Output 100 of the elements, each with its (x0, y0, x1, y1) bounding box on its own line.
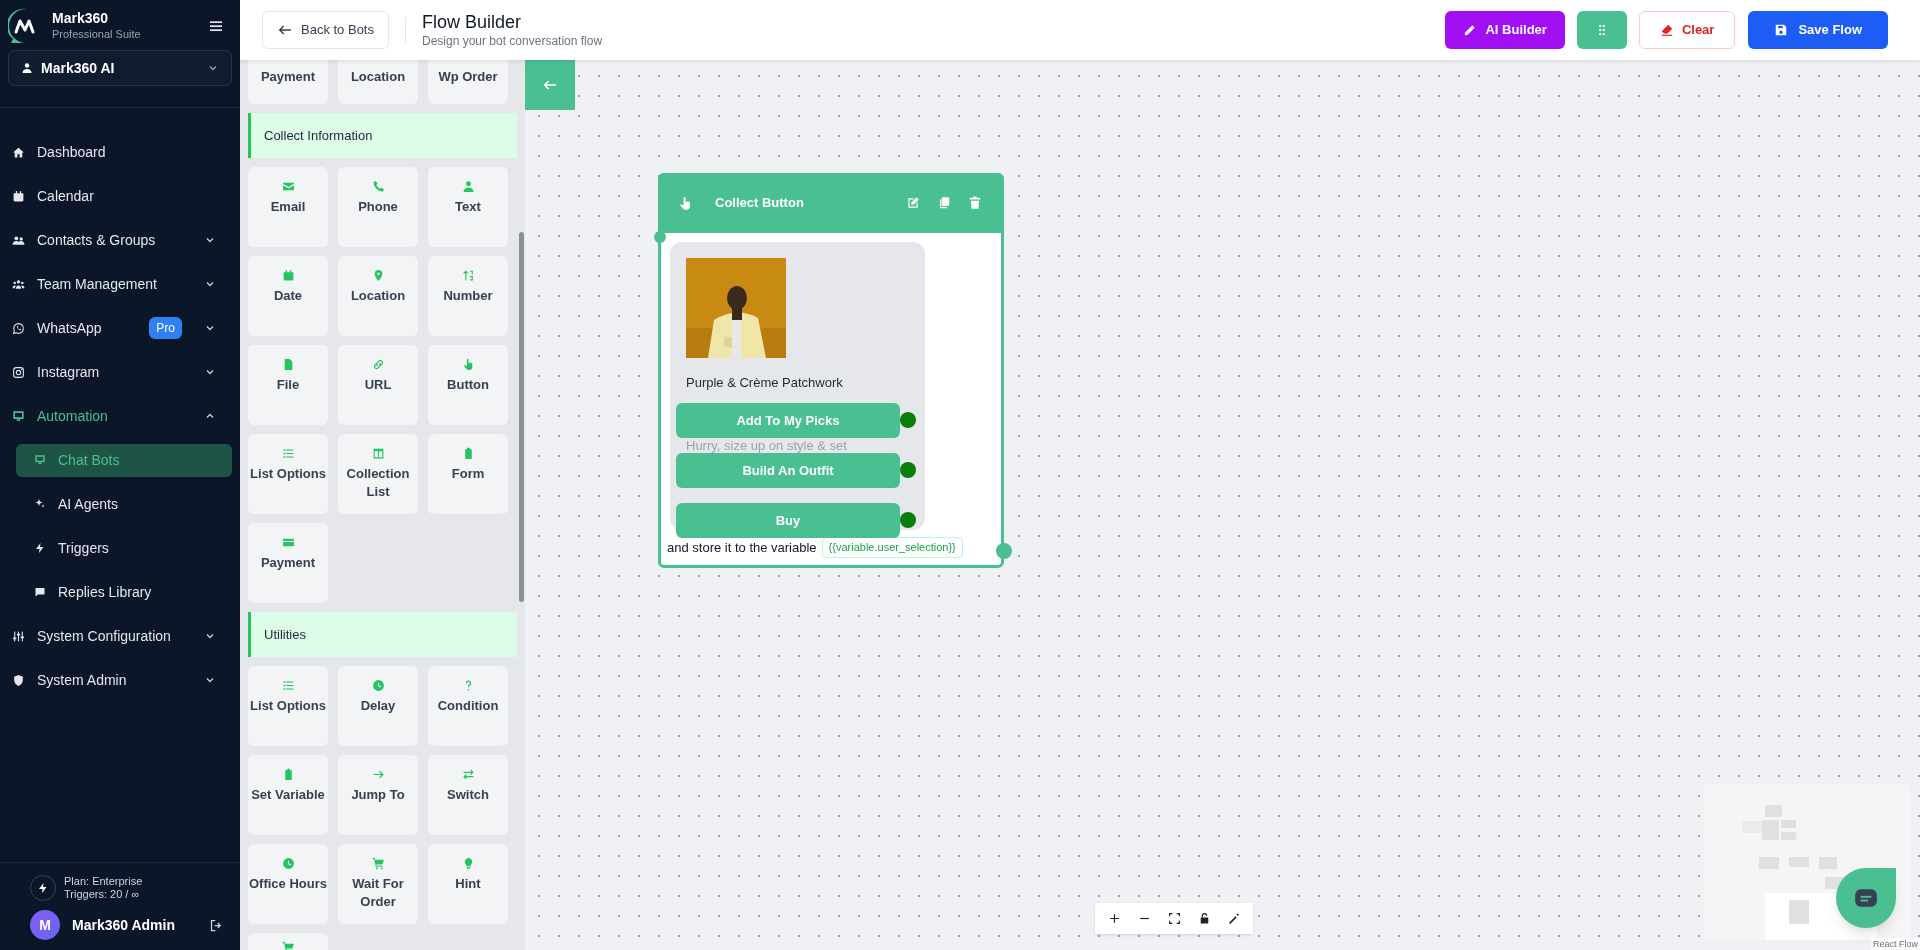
nav-item[interactable]: System Configuration (8, 614, 232, 658)
plus-icon[interactable] (1107, 912, 1121, 925)
card-icon (281, 536, 295, 549)
arrow-right-icon (371, 768, 385, 781)
save-flow-button[interactable]: Save Flow (1748, 11, 1888, 49)
palette-tile[interactable]: Wait For Order (338, 844, 418, 924)
nav-subitem[interactable]: Triggers (16, 531, 232, 565)
palette-tile[interactable]: Collection List (338, 434, 418, 514)
palette-tile[interactable]: Delay (338, 666, 418, 746)
palette-tile[interactable]: Jump To (338, 755, 418, 835)
palette-tile[interactable]: Location (338, 60, 418, 104)
nav-subitem[interactable]: AI Agents (16, 487, 232, 521)
palette-tile[interactable]: Switch (428, 755, 508, 835)
attribution-link[interactable]: React Flow (1871, 938, 1920, 950)
list-icon (281, 447, 295, 460)
magic-wand-icon[interactable] (1227, 912, 1241, 925)
palette-tile[interactable]: Date (248, 256, 328, 336)
palette-tile[interactable]: Email (248, 167, 328, 247)
palette-tile[interactable]: Form (428, 434, 508, 514)
edit-icon[interactable] (906, 196, 920, 210)
nav-item[interactable]: WhatsApp Pro (8, 306, 232, 350)
palette-tile[interactable]: Payment (248, 60, 328, 104)
layout-button[interactable] (1576, 11, 1627, 49)
nav-item[interactable]: Automation (8, 394, 232, 438)
message-text: Purple & Crème Patchwork (686, 374, 843, 392)
menu-icon[interactable] (208, 18, 224, 34)
monitor-icon (12, 409, 25, 423)
palette-tile[interactable]: Office Hours (248, 844, 328, 924)
logout-icon[interactable] (209, 917, 224, 933)
delete-icon[interactable] (968, 196, 982, 210)
cart-icon (371, 857, 385, 870)
clock-icon (281, 857, 295, 870)
nav-item[interactable]: Instagram (8, 350, 232, 394)
variable-tag: {{variable.user_selection}} (821, 537, 963, 558)
brand-subtitle: Professional Suite (52, 27, 142, 42)
sort-icon (461, 269, 475, 282)
nav-subitem[interactable]: Replies Library (16, 575, 232, 609)
pro-badge: Pro (149, 317, 182, 339)
flow-canvas[interactable]: Collect Button Purple & Crème Patchwork Add To My Picks Hurry, size up on style & set Build An Outfit Buy and store it to the variable {{variable.user_selection}} React Flow (525, 60, 1920, 950)
message-text: Hurry, size up on style & set (686, 437, 847, 455)
palette-tile[interactable]: Condition (428, 666, 508, 746)
person-icon (461, 180, 475, 193)
node-title: Collect Button (715, 194, 805, 213)
fit-view-icon[interactable] (1167, 912, 1181, 925)
user-avatar: M (30, 910, 60, 940)
link-icon (371, 358, 385, 371)
swap-icon (461, 768, 475, 781)
nav-item[interactable]: Contacts & Groups (8, 218, 232, 262)
palette-tile[interactable]: Number (428, 256, 508, 336)
hand-pointer-icon (678, 195, 693, 211)
palette-tile[interactable]: Button (428, 345, 508, 425)
list-icon (281, 679, 295, 692)
clock-icon (371, 679, 385, 692)
nav-item[interactable]: Dashboard (8, 130, 232, 174)
team-icon (12, 277, 25, 291)
ai-builder-button[interactable]: AI Builder (1445, 11, 1565, 49)
palette-tile[interactable]: Text (428, 167, 508, 247)
copy-icon[interactable] (937, 196, 951, 210)
camera-icon (12, 365, 25, 379)
person-icon (21, 62, 33, 74)
page-subtitle: Design your bot conversation flow (422, 33, 603, 49)
palette-tile[interactable]: Wp Order (428, 60, 508, 104)
calendar-icon (281, 269, 295, 282)
palette-tile[interactable]: List Options (248, 666, 328, 746)
nav-item[interactable]: Calendar (8, 174, 232, 218)
eraser-icon (1659, 23, 1674, 37)
columns-icon (371, 447, 385, 460)
home-icon (12, 145, 25, 159)
user-name: Mark360 Admin (72, 915, 176, 935)
section-header: Collect Information (248, 113, 517, 158)
brand-name: Mark360 (52, 10, 110, 28)
save-icon (1774, 23, 1789, 37)
calendar-icon (12, 189, 25, 203)
back-button[interactable]: Back to Bots (262, 11, 389, 49)
scrollbar-thumb[interactable] (519, 232, 524, 602)
palette-tile[interactable]: URL (338, 345, 418, 425)
cart-icon (281, 941, 295, 950)
section-header: Utilities (248, 612, 517, 657)
plan-triggers: Triggers: 20 / ∞ (64, 888, 141, 902)
clear-button[interactable]: Clear (1638, 11, 1736, 49)
workspace-selector[interactable]: Mark360 AI (8, 50, 232, 86)
shield-icon (12, 673, 25, 687)
nav-subitem[interactable]: Chat Bots (16, 443, 232, 477)
palette-tile[interactable]: Payment (248, 523, 328, 603)
hand-pointer-icon (461, 358, 475, 371)
palette-tile[interactable]: Phone (338, 167, 418, 247)
message-icon (34, 586, 46, 598)
nav-item[interactable]: System Admin (8, 658, 232, 702)
lightning-icon (34, 542, 46, 554)
palette-tile[interactable]: Hint (428, 844, 508, 924)
people-icon (12, 233, 25, 247)
sliders-icon (12, 629, 25, 643)
monitor-icon (34, 454, 46, 466)
palette-tile[interactable]: Set Variable (248, 755, 328, 835)
palette-tile[interactable]: File (248, 345, 328, 425)
page-title: Flow Builder (422, 11, 523, 34)
footer-text: and store it to the variable (667, 538, 817, 557)
palette-tile[interactable]: List Options (248, 434, 328, 514)
nav-item[interactable]: Team Management (8, 262, 232, 306)
palette-tile[interactable]: Location (338, 256, 418, 336)
